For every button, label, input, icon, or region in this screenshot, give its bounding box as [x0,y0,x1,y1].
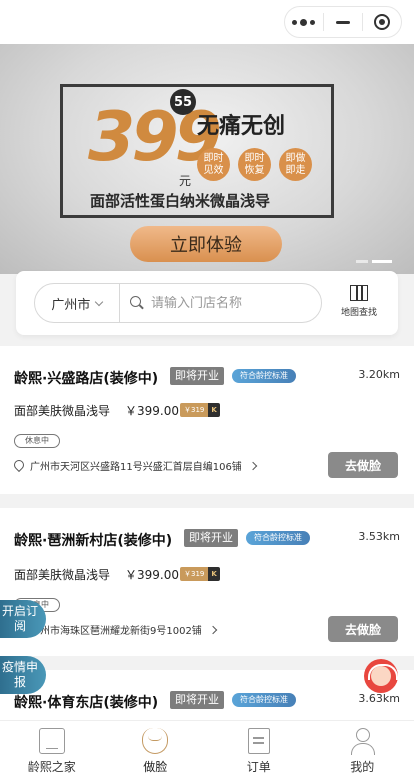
customer-service-icon [368,664,398,686]
chevron-right-icon [208,625,218,634]
address-text: 广州市海珠区琶洲耀龙新街9号1002铺 [30,626,202,637]
member-price: ￥319 [180,567,209,581]
location-pin-icon [14,460,24,472]
promo-headline: 无痛无创 [197,114,286,139]
member-badge: K [208,403,220,417]
promo-yuan: 元 [179,174,192,188]
nav-label: 我的 [350,760,375,774]
service-name: 面部美肤微晶浅导 [14,404,111,418]
store-name: 龄熙·兴盛路店(装修中) [14,371,159,387]
map-icon [350,285,368,301]
nav-label: 龄熙之家 [27,760,76,774]
city-label: 广州市 [51,297,91,313]
top-bar [0,0,414,44]
subscribe-float-button[interactable]: 开启订阅 [0,600,46,638]
status-badge: 休息中 [14,434,60,448]
map-search-button[interactable]: 地图查找 [334,285,384,325]
go-facial-button[interactable]: 去做脸 [328,616,398,642]
nav-item-profile[interactable]: 我的 [311,721,414,780]
promo-banner[interactable]: 399 55 元 无痛无创 即时见效 即时恢复 即做即走 面部活性蛋白纳米微晶浅… [0,44,414,274]
home-icon [38,728,65,754]
close-icon [374,14,391,30]
store-card[interactable]: 龄熙·琶洲新村店(装修中) 即将开业 符合龄控标准 3.53km 面部美肤微晶浅… [0,508,414,656]
store-address[interactable]: 广州市天河区兴盛路11号兴盛汇首层自编106铺 [14,458,258,473]
store-distance: 3.53km [358,530,400,543]
promo-badge: 55 [170,89,196,115]
nav-item-facial[interactable]: 做脸 [104,721,208,780]
page: 399 55 元 无痛无创 即时见效 即时恢复 即做即走 面部活性蛋白纳米微晶浅… [0,0,414,780]
member-price: ￥319 [180,403,209,417]
address-text: 广州市天河区兴盛路11号兴盛汇首层自编106铺 [30,462,242,473]
service-price: ￥399.00 [125,404,179,418]
minimize-icon [335,20,350,24]
close-button[interactable] [364,8,400,36]
store-name: 龄熙·琶洲新村店(装修中) [14,533,173,549]
bottom-nav: 龄熙之家 做脸 订单 我的 [0,720,414,780]
standard-tag: 符合龄控标准 [232,369,296,383]
service-price: ￥399.00 [125,568,179,582]
customer-service-button[interactable] [364,659,398,693]
store-distance: 3.20km [358,368,400,381]
standard-tag: 符合龄控标准 [232,693,296,707]
promo-pill: 即时见效 [197,148,230,181]
try-now-button[interactable]: 立即体验 [130,226,282,262]
search-bar: 广州市 [34,283,322,323]
standard-tag: 符合龄控标准 [246,531,310,545]
mini-program-capsule [284,6,402,38]
opening-soon-tag: 即将开业 [170,367,224,385]
nav-label: 订单 [246,760,271,774]
nav-item-home[interactable]: 龄熙之家 [0,721,104,780]
member-badge: K [208,567,220,581]
search-card: 广州市 地图查找 [16,271,398,335]
carousel-indicators [356,260,392,263]
chevron-right-icon [248,461,258,470]
epidemic-report-float-button[interactable]: 疫情申报 [0,656,46,694]
nav-label: 做脸 [143,760,168,774]
more-icon [292,18,316,26]
order-icon [247,728,270,754]
store-search-input[interactable] [151,295,321,311]
city-selector[interactable]: 广州市 [35,284,120,322]
more-button[interactable] [286,8,322,36]
service-name: 面部美肤微晶浅导 [14,568,111,582]
store-distance: 3.63km [358,692,400,705]
search-icon [129,296,143,310]
map-search-label: 地图查找 [340,308,377,318]
member-price-badge: ￥319 K [180,403,220,417]
member-price-badge: ￥319 K [180,567,220,581]
user-icon [349,728,376,755]
chevron-down-icon [95,297,104,306]
nav-item-orders[interactable]: 订单 [207,721,311,780]
opening-soon-tag: 即将开业 [170,691,224,709]
promo-pill: 即做即走 [279,148,312,181]
store-card[interactable]: 龄熙·兴盛路店(装修中) 即将开业 符合龄控标准 3.20km 面部美肤微晶浅导… [0,346,414,494]
minimize-button[interactable] [325,8,361,36]
go-facial-button[interactable]: 去做脸 [328,452,398,478]
promo-pill: 即时恢复 [238,148,271,181]
promo-subtitle: 面部活性蛋白纳米微晶浅导 [90,192,271,210]
face-icon [142,728,169,754]
opening-soon-tag: 即将开业 [184,529,238,547]
store-name: 龄熙·体育东店(装修中) [14,695,159,711]
promo-pills: 即时见效 即时恢复 即做即走 [197,148,312,181]
